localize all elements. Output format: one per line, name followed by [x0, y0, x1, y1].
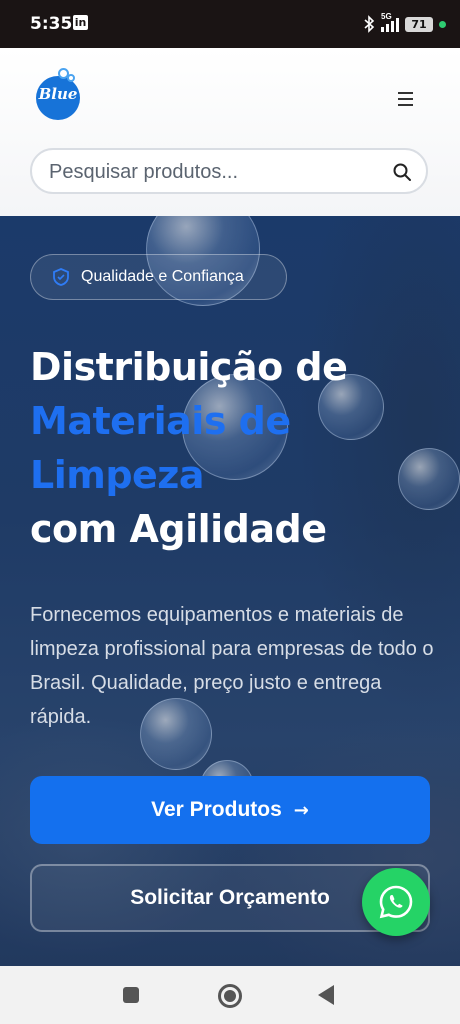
- search-icon[interactable]: [392, 162, 412, 182]
- signal-icon: 5G: [381, 12, 399, 32]
- privacy-dot: [439, 20, 446, 28]
- recents-button[interactable]: [123, 987, 139, 1003]
- status-bar: 5:35 in 5G 71: [0, 0, 460, 48]
- search-bar: [30, 148, 428, 194]
- view-products-button[interactable]: Ver Produtos →: [30, 776, 430, 844]
- whatsapp-icon: [379, 885, 413, 919]
- site-header: Blue: [0, 48, 460, 216]
- battery-icon: 71: [405, 16, 433, 32]
- hero-title: Distribuição de Materiais de Limpeza com…: [30, 340, 450, 556]
- search-input[interactable]: [47, 159, 381, 185]
- title-line-2: com Agilidade: [30, 507, 327, 551]
- system-nav-bar: [0, 966, 460, 1024]
- title-line-1: Distribuição de: [30, 345, 348, 389]
- bluetooth-icon: [364, 15, 375, 33]
- status-icons: 5G 71: [363, 12, 446, 35]
- hero-section: Qualidade e Confiança Distribuição de Ma…: [0, 216, 460, 966]
- title-highlight-1: Materiais de: [30, 399, 291, 443]
- badge-label: Qualidade e Confiança: [81, 268, 244, 285]
- quality-badge: Qualidade e Confiança: [30, 254, 287, 300]
- request-quote-label: Solicitar Orçamento: [130, 886, 330, 909]
- logo-bubble: [67, 74, 75, 82]
- home-button[interactable]: [218, 984, 242, 1008]
- brand-logo[interactable]: Blue: [36, 68, 80, 120]
- view-products-label: Ver Produtos: [151, 798, 282, 821]
- shield-icon: [53, 268, 69, 286]
- title-highlight-2: Limpeza: [30, 453, 205, 497]
- linkedin-icon: in: [73, 15, 88, 30]
- hero-description: Fornecemos equipamentos e materiais de l…: [30, 604, 434, 728]
- arrow-right-icon: →: [293, 799, 309, 821]
- network-type: 5G: [381, 12, 392, 21]
- status-time: 5:35: [30, 14, 73, 34]
- whatsapp-button[interactable]: [362, 868, 430, 936]
- back-button[interactable]: [318, 985, 334, 1005]
- logo-text: Blue: [38, 85, 78, 103]
- menu-button[interactable]: [392, 88, 420, 110]
